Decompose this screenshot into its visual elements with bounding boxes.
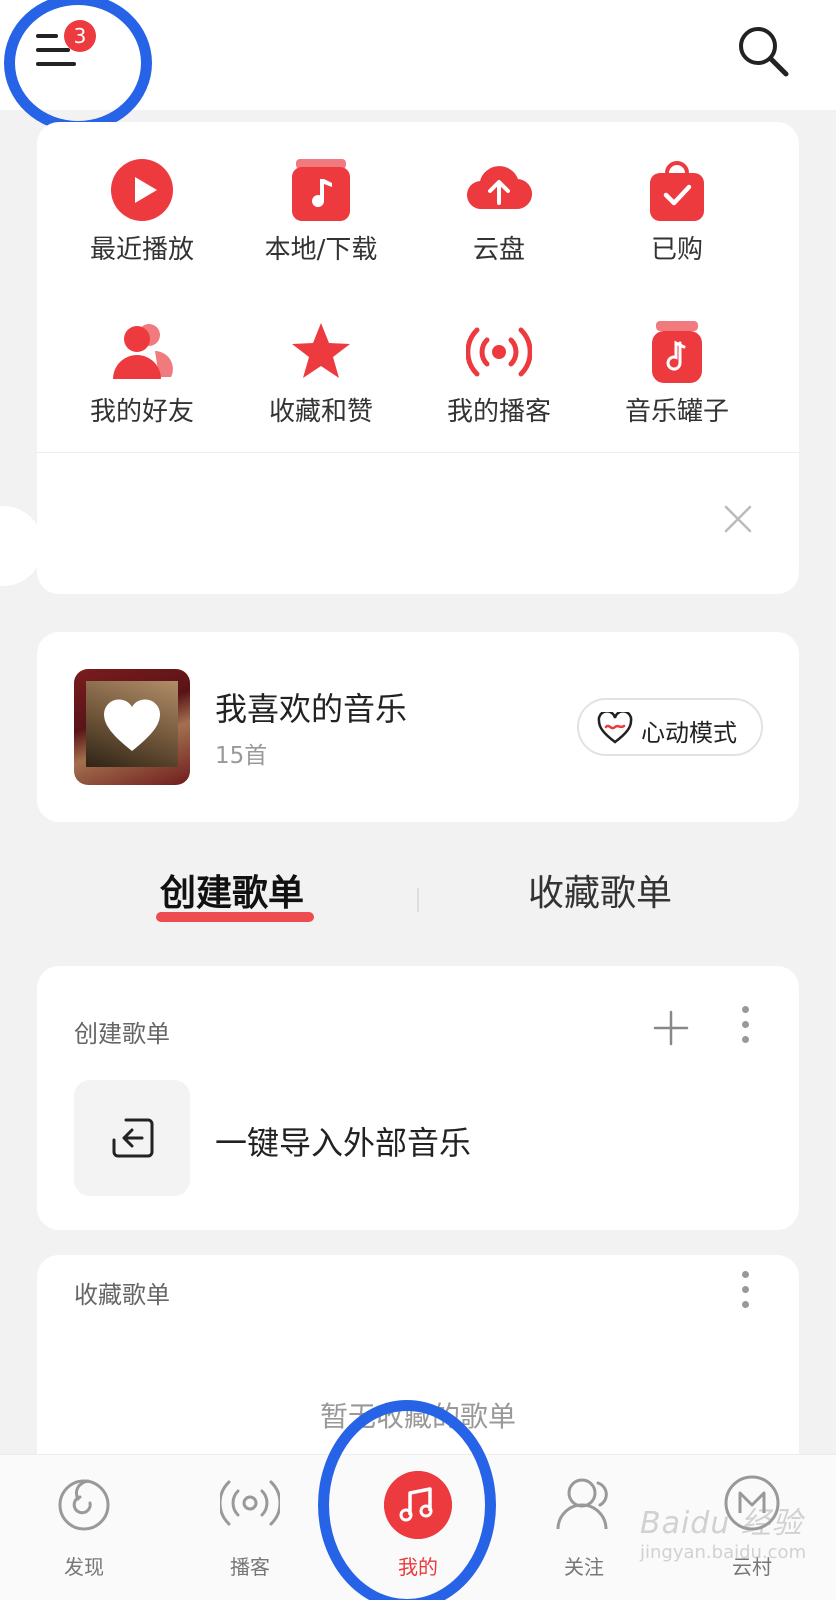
watermark: Baidu 经验 jingyan.baidu.com bbox=[640, 1498, 806, 1563]
grid-item-label: 已购 bbox=[650, 235, 703, 265]
collected-playlists-title: 收藏歌单 bbox=[74, 1281, 170, 1309]
import-music-button[interactable] bbox=[74, 1080, 190, 1196]
close-icon[interactable] bbox=[721, 502, 755, 536]
watermark-url: jingyan.baidu.com bbox=[640, 1542, 807, 1563]
star-icon bbox=[292, 323, 350, 378]
discover-icon bbox=[58, 1479, 110, 1531]
more-dot bbox=[741, 1301, 749, 1308]
more-vertical-icon bbox=[741, 1271, 749, 1278]
tab-created-playlists[interactable]: 创建歌单 bbox=[160, 872, 304, 916]
cloud-upload-icon bbox=[466, 166, 532, 210]
heartbeat-icon bbox=[597, 712, 633, 744]
grid-item-friends[interactable]: 我的好友 bbox=[52, 284, 232, 434]
friends-icon bbox=[113, 324, 173, 379]
play-circle-icon bbox=[111, 159, 173, 221]
collected-more-button[interactable] bbox=[739, 1271, 751, 1315]
nav-item-discover[interactable]: 发现 bbox=[24, 1473, 144, 1593]
more-dot bbox=[741, 1036, 749, 1043]
search-button[interactable] bbox=[734, 22, 794, 82]
notification-badge: 3 bbox=[64, 20, 96, 52]
menu-button[interactable]: 3 bbox=[36, 20, 96, 72]
search-icon bbox=[739, 27, 789, 77]
divider bbox=[37, 452, 799, 453]
grid-item-label: 我的播客 bbox=[446, 397, 551, 427]
grid-item-cloud-drive[interactable]: 云盘 bbox=[409, 122, 589, 272]
collected-playlists-card: 收藏歌单 暂无收藏的歌单 bbox=[37, 1255, 799, 1475]
import-icon bbox=[112, 1118, 154, 1158]
music-note-icon bbox=[384, 1471, 452, 1539]
more-dot bbox=[741, 1021, 749, 1028]
tab-collected-playlists[interactable]: 收藏歌单 bbox=[528, 872, 672, 916]
more-dot bbox=[741, 1286, 749, 1293]
heartbeat-mode-button[interactable]: 心动模式 bbox=[577, 698, 763, 756]
top-bar: 3 bbox=[0, 0, 836, 110]
menu-icon bbox=[36, 34, 58, 38]
created-playlists-card: 创建歌单 一键导入外部音乐 bbox=[37, 966, 799, 1230]
menu-icon-line bbox=[36, 48, 70, 52]
liked-music-card[interactable]: 我喜欢的音乐 15首 心动模式 bbox=[37, 632, 799, 822]
menu-icon-line bbox=[36, 62, 76, 66]
follow-user-icon bbox=[556, 1478, 608, 1530]
music-folder-icon bbox=[292, 159, 350, 221]
grid-item-purchased[interactable]: 已购 bbox=[587, 122, 767, 272]
broadcast-icon bbox=[466, 327, 532, 377]
heart-icon bbox=[104, 699, 160, 751]
podcast-icon bbox=[220, 1480, 280, 1526]
nav-label: 我的 bbox=[398, 1555, 438, 1579]
grid-item-label: 云盘 bbox=[472, 235, 525, 265]
nav-label: 发现 bbox=[64, 1555, 104, 1579]
grid-item-music-jar[interactable]: 音乐罐子 bbox=[587, 284, 767, 434]
nav-label: 播客 bbox=[230, 1555, 270, 1579]
more-vertical-icon bbox=[741, 1006, 749, 1013]
grid-item-label: 本地/下载 bbox=[264, 235, 378, 265]
grid-item-my-podcast[interactable]: 我的播客 bbox=[409, 284, 589, 434]
grid-item-label: 收藏和赞 bbox=[268, 397, 373, 427]
created-more-button[interactable] bbox=[739, 1006, 751, 1050]
watermark-brand: Baidu 经验 bbox=[640, 1506, 803, 1541]
grid-item-label: 最近播放 bbox=[89, 235, 194, 265]
liked-music-count: 15首 bbox=[215, 743, 268, 769]
nav-item-follow[interactable]: 关注 bbox=[524, 1473, 644, 1593]
grid-item-label: 我的好友 bbox=[89, 397, 194, 427]
created-playlists-title: 创建歌单 bbox=[74, 1020, 170, 1048]
nav-item-mine[interactable]: 我的 bbox=[358, 1471, 478, 1593]
import-music-label[interactable]: 一键导入外部音乐 bbox=[215, 1118, 471, 1164]
quick-access-card: 最近播放 本地/下载 云盘 已购 我的好友 收藏和赞 我的播客 音乐罐子 bbox=[37, 122, 799, 594]
add-playlist-button[interactable] bbox=[651, 1008, 691, 1048]
music-jar-icon bbox=[652, 321, 702, 383]
liked-music-cover bbox=[74, 669, 190, 785]
liked-music-title: 我喜欢的音乐 bbox=[215, 690, 408, 728]
nav-item-podcast[interactable]: 播客 bbox=[190, 1473, 310, 1593]
tab-separator bbox=[417, 888, 419, 912]
empty-state-text: 暂无收藏的歌单 bbox=[319, 1400, 516, 1433]
nav-label: 关注 bbox=[564, 1555, 604, 1579]
grid-item-collections-likes[interactable]: 收藏和赞 bbox=[231, 284, 411, 434]
grid-item-label: 音乐罐子 bbox=[624, 397, 729, 427]
grid-item-local-download[interactable]: 本地/下载 bbox=[231, 122, 411, 272]
heartbeat-mode-label: 心动模式 bbox=[641, 719, 737, 747]
plus-icon bbox=[653, 1010, 689, 1046]
shopping-bag-check-icon bbox=[650, 161, 704, 221]
grid-item-recent-play[interactable]: 最近播放 bbox=[52, 122, 232, 272]
